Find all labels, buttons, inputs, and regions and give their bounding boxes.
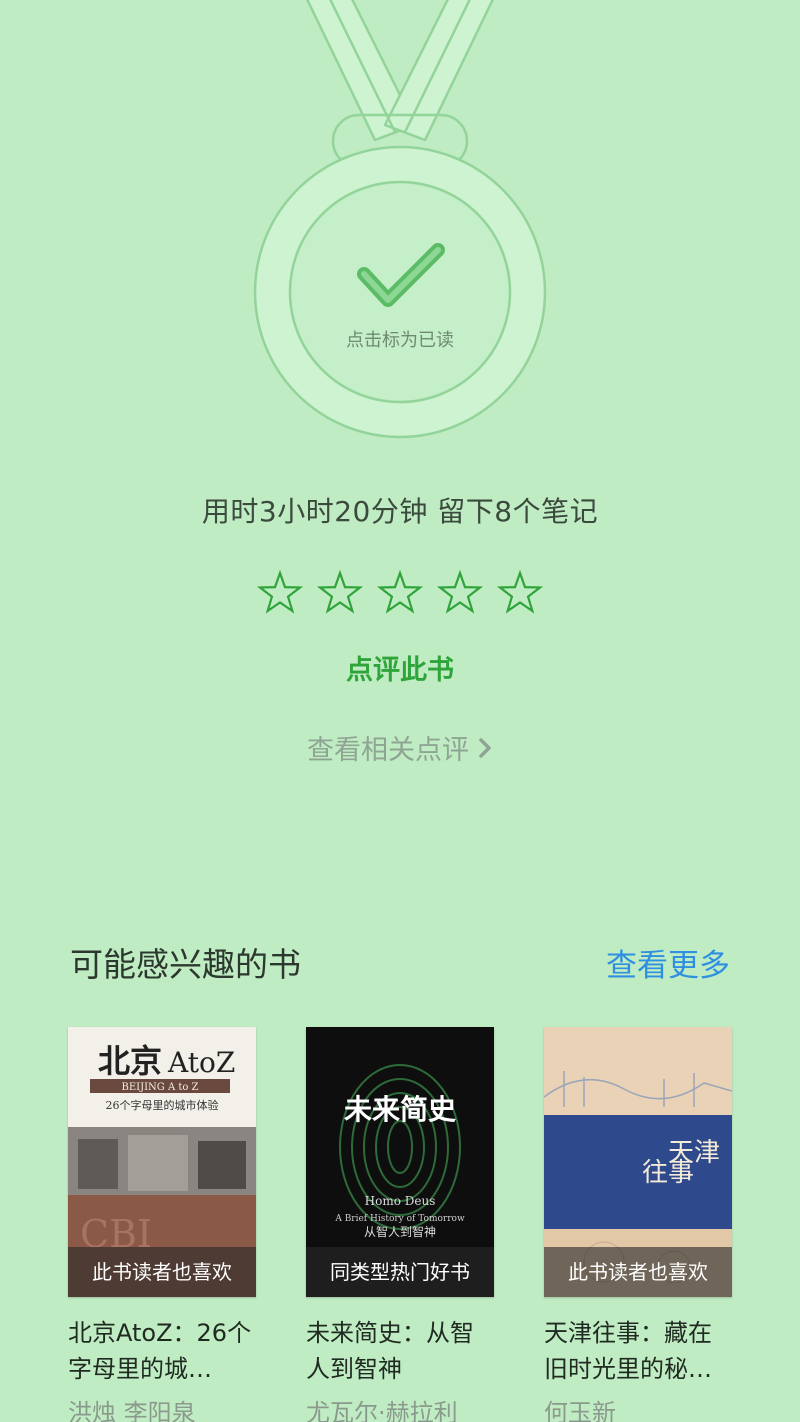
related-reviews-link[interactable]: 查看相关点评 xyxy=(0,728,800,767)
book-tag: 此书读者也喜欢 xyxy=(68,1247,256,1297)
recommend-section-title: 可能感兴趣的书 xyxy=(70,945,301,984)
star-icon[interactable] xyxy=(375,568,425,618)
svg-text:BEIJING A to Z: BEIJING A to Z xyxy=(121,1082,198,1093)
star-icon[interactable] xyxy=(495,568,545,618)
star-icon[interactable] xyxy=(315,568,365,618)
star-icon[interactable] xyxy=(435,568,485,618)
book-title: 未来简史：从智人到智神 xyxy=(306,1319,474,1383)
book-finished-page: 点击标为已读 用时3小时20分钟 留下8个笔记 点评此书 查看相关点评 可能感兴… xyxy=(0,0,800,1422)
book-tag: 此书读者也喜欢 xyxy=(544,1247,732,1297)
star-icon[interactable] xyxy=(255,568,305,618)
svg-text:未来简史: 未来简史 xyxy=(344,1093,456,1126)
book-card-tianjin[interactable]: 天津 往事 此书读者也喜欢 天津往事：藏在旧时光里的秘… 何玉新 xyxy=(544,1027,732,1422)
see-more-link[interactable]: 查看更多 xyxy=(606,940,730,985)
chevron-right-icon xyxy=(479,737,491,758)
book-card-homo-deus[interactable]: 未来简史 Homo Deus A Brief History of Tomorr… xyxy=(306,1027,494,1422)
reading-stats: 用时3小时20分钟 留下8个笔记 xyxy=(201,495,599,528)
svg-text:26个字母里的城市体验: 26个字母里的城市体验 xyxy=(106,1098,219,1112)
svg-text:从智人到智神: 从智人到智神 xyxy=(364,1224,436,1239)
book-card-beijing[interactable]: 北京 AtoZ BEIJING A to Z 26个字母里的城市体验 CBI 此… xyxy=(68,1027,256,1422)
book-author: 洪烛 李阳泉 xyxy=(68,1399,196,1422)
medal-ribbon xyxy=(306,0,494,142)
book-author: 何玉新 xyxy=(544,1399,616,1422)
book-cover: 北京 AtoZ BEIJING A to Z 26个字母里的城市体验 CBI 此… xyxy=(68,1027,256,1297)
svg-text:北京: 北京 xyxy=(98,1042,162,1080)
svg-text:Homo Deus: Homo Deus xyxy=(365,1194,436,1208)
book-title: 北京AtoZ：26个字母里的城… xyxy=(68,1319,252,1383)
svg-text:A Brief History of Tomorrow: A Brief History of Tomorrow xyxy=(334,1214,465,1224)
recommended-books: 北京 AtoZ BEIJING A to Z 26个字母里的城市体验 CBI 此… xyxy=(68,1027,732,1422)
mark-as-read-label: 点击标为已读 xyxy=(346,330,454,351)
mark-as-read-button[interactable] xyxy=(290,182,510,402)
related-reviews-label: 查看相关点评 xyxy=(307,735,469,766)
book-title: 天津往事：藏在旧时光里的秘… xyxy=(544,1319,712,1383)
rating-stars xyxy=(0,568,800,618)
book-tag: 同类型热门好书 xyxy=(306,1247,494,1297)
book-cover: 天津 往事 此书读者也喜欢 xyxy=(544,1027,732,1297)
svg-text:AtoZ: AtoZ xyxy=(167,1046,235,1079)
book-cover: 未来简史 Homo Deus A Brief History of Tomorr… xyxy=(306,1027,494,1297)
book-author: 尤瓦尔·赫拉利 xyxy=(306,1399,458,1422)
svg-text:往事: 往事 xyxy=(642,1158,694,1188)
review-book-button[interactable]: 点评此书 xyxy=(0,648,800,687)
